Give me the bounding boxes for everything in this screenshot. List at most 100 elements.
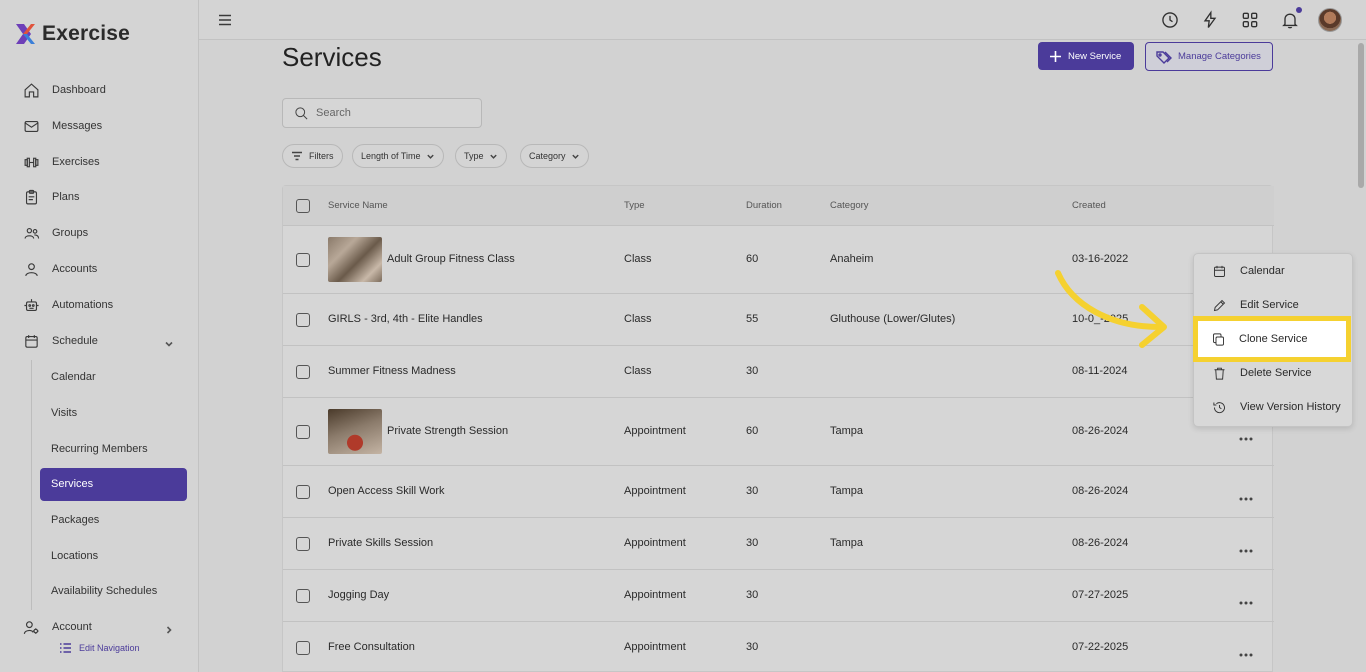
scrollbar-thumb[interactable]	[1358, 43, 1364, 188]
sidebar-subitem-calendar[interactable]: Calendar	[51, 367, 96, 387]
menu-toggle-icon[interactable]	[217, 12, 233, 28]
sidebar-subitem-locations[interactable]: Locations	[51, 546, 98, 566]
row-actions-icon[interactable]	[1238, 429, 1254, 441]
list-icon	[60, 643, 71, 653]
table-row[interactable]: Jogging Day Appointment 30 07-27-2025	[283, 570, 1274, 622]
service-name[interactable]: Private Skills Session	[328, 537, 433, 549]
pencil-icon	[1213, 299, 1226, 311]
services-table: Service Name Type Duration Category Crea…	[282, 185, 1274, 672]
service-type: Class	[624, 253, 652, 265]
sidebar-item-dashboard[interactable]: Dashboard	[22, 77, 106, 103]
menu-item-edit-service[interactable]: Edit Service	[1194, 291, 1354, 319]
edit-navigation-label: Edit Navigation	[79, 643, 140, 653]
service-name[interactable]: Free Consultation	[328, 641, 415, 653]
service-created: 08-26-2024	[1072, 537, 1129, 549]
search-input[interactable]	[316, 107, 466, 119]
row-actions-icon[interactable]	[1238, 489, 1254, 501]
new-service-button[interactable]: New Service	[1038, 42, 1134, 70]
sidebar-item-label: Groups	[52, 227, 89, 239]
chevron-right-icon[interactable]	[164, 622, 174, 634]
sidebar-item-account[interactable]: Account	[22, 614, 92, 640]
submenu-divider	[31, 360, 32, 610]
sidebar-item-plans[interactable]: Plans	[22, 184, 80, 210]
row-checkbox[interactable]	[296, 313, 310, 327]
edit-navigation-link[interactable]: Edit Navigation	[59, 642, 140, 654]
sidebar-item-messages[interactable]: Messages	[22, 113, 102, 139]
chevron-down-icon[interactable]	[164, 336, 174, 347]
sidebar-item-automations[interactable]: Automations	[22, 292, 113, 318]
sidebar-item-groups[interactable]: Groups	[22, 220, 88, 246]
service-created: 07-22-2025	[1072, 641, 1129, 653]
row-checkbox[interactable]	[296, 485, 310, 499]
app-logo[interactable]: Exercise	[14, 22, 130, 46]
bell-icon[interactable]	[1280, 10, 1300, 30]
sidebar-subitem-availability-schedules[interactable]: Availability Schedules	[51, 581, 157, 601]
copy-icon	[1213, 332, 1224, 346]
row-checkbox[interactable]	[296, 365, 310, 379]
column-header-duration[interactable]: Duration	[746, 200, 782, 211]
clock-icon[interactable]	[1160, 10, 1180, 30]
table-row[interactable]: Private Strength Session Appointment 60 …	[283, 398, 1274, 466]
row-actions-icon[interactable]	[1238, 593, 1254, 605]
type-filter[interactable]: Type	[455, 144, 507, 168]
length-of-time-filter[interactable]: Length of Time	[352, 144, 444, 168]
column-header-created[interactable]: Created	[1072, 200, 1106, 211]
column-header-type[interactable]: Type	[624, 200, 645, 211]
menu-item-view-version-history[interactable]: View Version History	[1194, 393, 1354, 421]
sidebar-subitem-packages[interactable]: Packages	[51, 510, 99, 530]
lightning-icon[interactable]	[1200, 10, 1220, 30]
row-checkbox[interactable]	[296, 589, 310, 603]
search-box[interactable]	[282, 98, 482, 128]
service-name[interactable]: Jogging Day	[328, 589, 389, 601]
table-header: Service Name Type Duration Category Crea…	[283, 186, 1274, 226]
service-name[interactable]: Adult Group Fitness Class	[387, 253, 515, 265]
sidebar-item-schedule[interactable]: Schedule	[22, 328, 98, 354]
notification-badge	[1296, 7, 1302, 13]
user-avatar[interactable]	[1318, 8, 1342, 32]
table-row[interactable]: Private Skills Session Appointment 30 Ta…	[283, 518, 1274, 570]
sidebar: Exercise Dashboard Messages Exercises Pl…	[0, 0, 199, 672]
menu-item-delete-service[interactable]: Delete Service	[1194, 359, 1354, 387]
menu-item-clone-service[interactable]: Clone Service	[1193, 316, 1351, 362]
sidebar-item-label: Dashboard	[52, 84, 106, 96]
logo-mark-icon	[14, 23, 36, 45]
service-duration: 55	[746, 313, 759, 325]
filters-label: Filters	[309, 151, 334, 161]
filter-icon	[292, 151, 302, 161]
row-checkbox[interactable]	[296, 641, 310, 655]
filters-chip[interactable]: Filters	[282, 144, 343, 168]
service-name[interactable]: Summer Fitness Madness	[328, 365, 456, 377]
table-row[interactable]: Summer Fitness Madness Class 30 08-11-20…	[283, 346, 1274, 398]
sidebar-subitem-recurring-members[interactable]: Recurring Members	[51, 439, 148, 459]
service-duration: 30	[746, 589, 759, 601]
sidebar-subitem-visits[interactable]: Visits	[51, 403, 77, 423]
row-checkbox[interactable]	[296, 537, 310, 551]
service-type: Appointment	[624, 641, 686, 653]
length-of-time-label: Length of Time	[361, 151, 421, 161]
sidebar-item-accounts[interactable]: Accounts	[22, 256, 97, 282]
top-bar	[199, 0, 1366, 40]
row-actions-icon[interactable]	[1238, 645, 1254, 657]
select-all-checkbox[interactable]	[296, 199, 310, 213]
sidebar-item-exercises[interactable]: Exercises	[22, 149, 100, 175]
manage-categories-button[interactable]: Manage Categories	[1145, 42, 1273, 71]
row-actions-icon[interactable]	[1238, 541, 1254, 553]
row-checkbox[interactable]	[296, 425, 310, 439]
table-row[interactable]: Free Consultation Appointment 30 07-22-2…	[283, 622, 1274, 672]
sidebar-subitem-services[interactable]: Services	[40, 468, 187, 501]
service-type: Appointment	[624, 589, 686, 601]
sidebar-item-label: Account	[52, 621, 92, 633]
sidebar-item-label: Messages	[52, 120, 103, 132]
category-filter[interactable]: Category	[520, 144, 589, 168]
page-scrollbar[interactable]	[1356, 40, 1366, 672]
table-row[interactable]: Open Access Skill Work Appointment 30 Ta…	[283, 466, 1274, 518]
apps-grid-icon[interactable]	[1240, 10, 1260, 30]
menu-item-calendar[interactable]: Calendar	[1194, 257, 1354, 285]
service-type: Class	[624, 313, 652, 325]
column-header-service-name[interactable]: Service Name	[328, 200, 388, 211]
service-name[interactable]: Private Strength Session	[387, 425, 508, 437]
service-name[interactable]: Open Access Skill Work	[328, 485, 445, 497]
service-name[interactable]: GIRLS - 3rd, 4th - Elite Handles	[328, 313, 483, 325]
column-header-category[interactable]: Category	[830, 200, 869, 211]
row-checkbox[interactable]	[296, 253, 310, 267]
